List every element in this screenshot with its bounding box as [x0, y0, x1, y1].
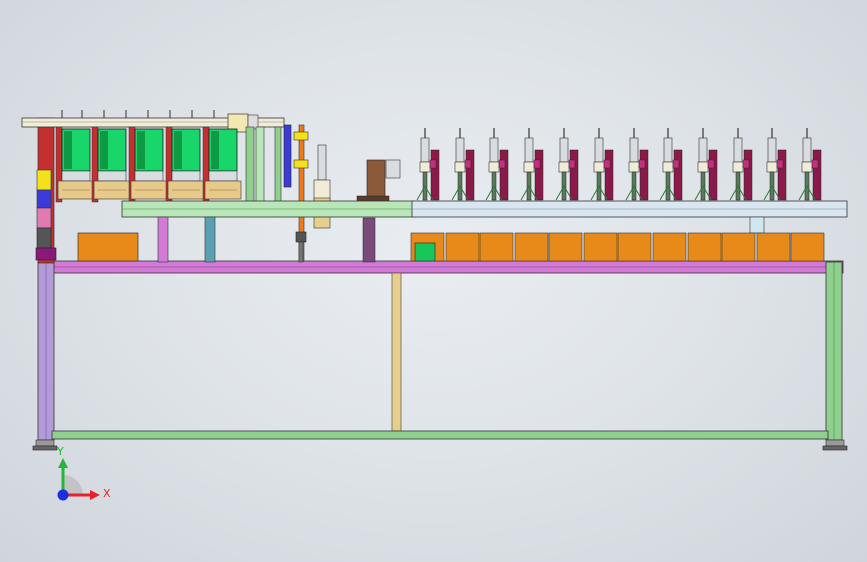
orange-box — [514, 232, 549, 262]
orange-box — [479, 232, 514, 262]
press-station — [416, 128, 440, 201]
orange-box — [687, 232, 722, 262]
press-station — [520, 128, 544, 201]
green-bin — [128, 126, 168, 203]
orange-box — [756, 232, 791, 262]
orange-box — [790, 232, 825, 262]
orange-box — [548, 232, 583, 262]
triad-x-label: X — [103, 487, 111, 500]
triad-y-arrowhead — [58, 458, 68, 468]
press-station — [590, 128, 614, 201]
orange-box — [583, 232, 618, 262]
press-station — [729, 128, 753, 201]
green-bin — [55, 126, 95, 203]
triad-x-arrowhead — [90, 490, 100, 500]
left-orange-box — [77, 232, 139, 262]
press-station — [659, 128, 683, 201]
triad-y-label: Y — [57, 445, 64, 458]
press-station — [763, 128, 787, 201]
orange-boxes — [410, 232, 825, 262]
machine-assembly-model[interactable] — [0, 0, 867, 562]
bin-gantry-posts — [245, 126, 282, 204]
cad-viewport[interactable]: Y X — [0, 0, 867, 562]
press-station — [694, 128, 718, 201]
orange-box — [617, 232, 652, 262]
orange-box — [652, 232, 687, 262]
green-bin — [91, 126, 131, 203]
green-bin — [165, 126, 205, 203]
press-stations — [416, 128, 822, 201]
green-bins — [55, 126, 242, 203]
orange-box — [445, 232, 480, 262]
triad-z-origin — [57, 489, 69, 501]
press-station — [798, 128, 822, 201]
coordinate-triad — [57, 458, 100, 501]
press-station — [555, 128, 579, 201]
left-column — [35, 117, 57, 264]
green-bin — [202, 126, 242, 203]
small-green-block — [414, 242, 436, 262]
press-station — [625, 128, 649, 201]
center-mechanism — [283, 124, 401, 263]
orange-box — [721, 232, 756, 262]
press-station — [451, 128, 475, 201]
press-station — [485, 128, 509, 201]
base-frame — [32, 260, 848, 451]
